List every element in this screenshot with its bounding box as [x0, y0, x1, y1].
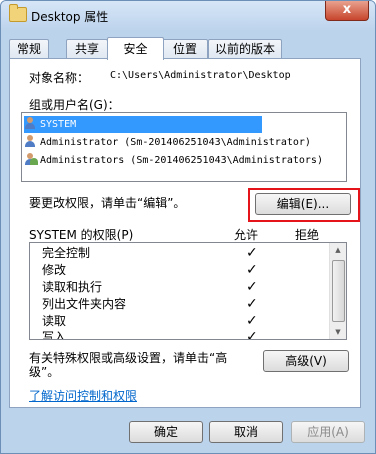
list-item-administrators[interactable]: Administrators (Sm-201406251043\Administ…: [24, 152, 323, 169]
permission-row: 修改: [42, 262, 66, 278]
ok-button[interactable]: 确定: [129, 421, 203, 443]
permission-name: 完全控制: [42, 246, 91, 260]
scroll-down-icon[interactable]: ▼: [333, 328, 343, 336]
access-control-help-link[interactable]: 了解访问控制和权限: [29, 387, 137, 404]
allow-check-icon: ✓: [246, 313, 258, 329]
tab-sharing[interactable]: 共享: [66, 39, 108, 59]
permission-name: 列出文件夹内容: [42, 297, 127, 311]
tab-previous-versions[interactable]: 以前的版本: [208, 39, 282, 59]
group-icon: [24, 153, 38, 165]
permission-name: 写入: [42, 330, 67, 340]
object-name-label: 对象名称：: [29, 71, 90, 85]
permission-row: 读取: [42, 313, 66, 329]
scrollbar-thumb[interactable]: [332, 260, 345, 322]
apply-button[interactable]: 应用(A): [291, 421, 365, 443]
window-title: Desktop 属性: [31, 10, 109, 24]
edit-button[interactable]: 编辑(E)...: [255, 193, 351, 215]
permission-name: 读取和执行: [42, 280, 103, 294]
allow-check-icon: ✓: [246, 329, 258, 340]
permission-row: 写入: [42, 329, 67, 340]
scroll-up-icon[interactable]: ▲: [333, 246, 343, 254]
properties-window: Desktop 属性 x 常规 共享 安全 位置 以前的版本 对象名称： C:\…: [0, 0, 376, 454]
folder-icon: [9, 4, 27, 22]
list-item-label: Administrator (Sm-201406251043\Administr…: [40, 137, 311, 148]
advanced-button[interactable]: 高级(V): [263, 350, 349, 372]
tab-general[interactable]: 常规: [9, 39, 49, 59]
object-name-value: C:\Users\Administrator\Desktop: [110, 70, 291, 81]
tab-location[interactable]: 位置: [162, 39, 208, 59]
allow-column-header: 允许: [234, 228, 259, 242]
user-icon: [24, 135, 36, 147]
tab-security[interactable]: 安全: [107, 37, 164, 60]
list-item-label: SYSTEM: [40, 119, 77, 130]
permissions-title: SYSTEM 的权限(P): [29, 228, 134, 242]
special-permissions-text-2: 级”。: [29, 365, 60, 379]
groups-label: 组或用户名(G)：: [29, 98, 120, 112]
allow-check-icon: ✓: [246, 262, 258, 278]
close-button[interactable]: x: [325, 1, 369, 21]
permission-row: 完全控制: [42, 245, 90, 261]
permission-row: 读取和执行: [42, 279, 102, 295]
permission-name: 读取: [42, 314, 67, 328]
permissions-scrollbar[interactable]: ▲ ▼: [329, 243, 346, 339]
list-item-administrator[interactable]: Administrator (Sm-201406251043\Administr…: [24, 134, 311, 151]
permissions-list[interactable]: 完全控制 ✓ 修改 ✓ 读取和执行 ✓ 列出文件夹内容 ✓ 读取 ✓ 写入 ✓ …: [29, 242, 347, 340]
deny-column-header: 拒绝: [295, 228, 320, 242]
list-item-label: Administrators (Sm-201406251043\Administ…: [40, 155, 323, 166]
list-item-system[interactable]: SYSTEM: [24, 116, 262, 133]
cancel-button[interactable]: 取消: [209, 421, 283, 443]
title-bar[interactable]: Desktop 属性 x: [1, 1, 375, 31]
allow-check-icon: ✓: [246, 279, 258, 295]
groups-listbox[interactable]: SYSTEM Administrator (Sm-201406251043\Ad…: [21, 112, 347, 182]
system-user-icon: [24, 117, 36, 129]
allow-check-icon: ✓: [246, 245, 258, 261]
permission-row: 列出文件夹内容: [42, 296, 126, 312]
change-permissions-hint: 要更改权限，请单击“编辑”。: [29, 196, 186, 210]
permission-name: 修改: [42, 263, 67, 277]
allow-check-icon: ✓: [246, 296, 258, 312]
